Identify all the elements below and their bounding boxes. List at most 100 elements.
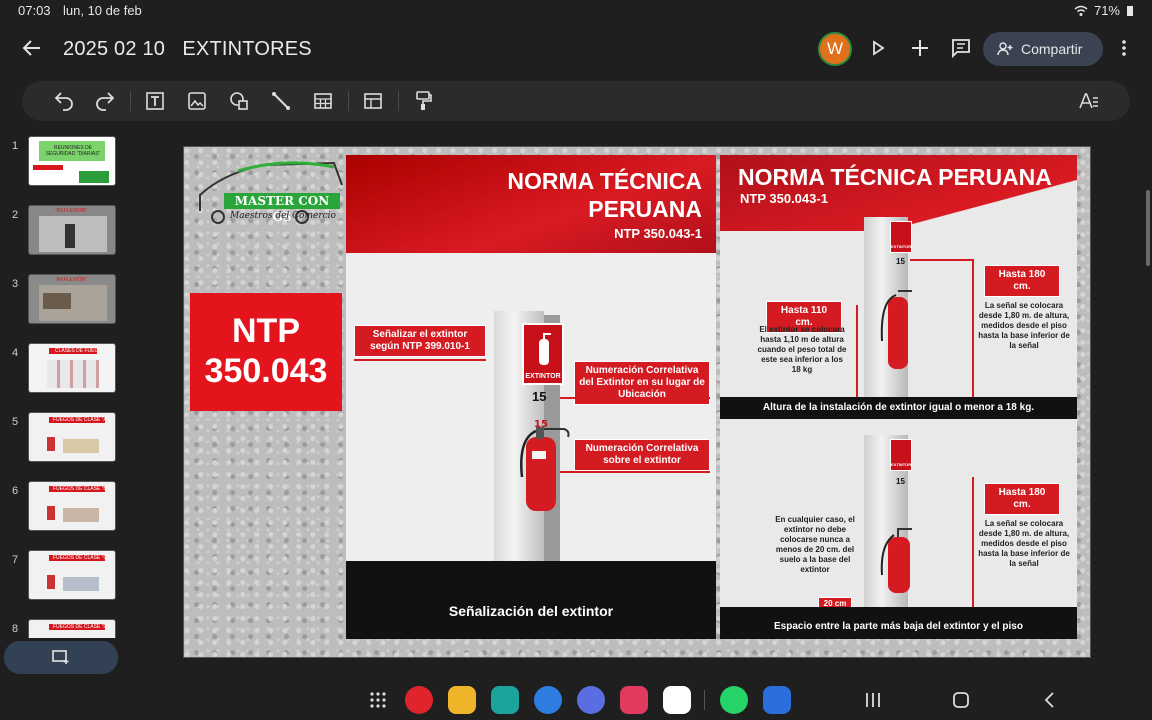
height-line	[972, 477, 974, 607]
redo-icon[interactable]	[93, 89, 117, 113]
add-icon[interactable]	[908, 36, 932, 60]
sign-label: EXTINTOR	[891, 462, 912, 467]
rule-180-text: La señal se colocara desde 1,80 m. de al…	[978, 519, 1070, 568]
slide-thumbnail-4[interactable]: CLASES DE FUEGO	[28, 343, 116, 393]
share-button[interactable]: Compartir	[983, 32, 1103, 66]
system-taskbar	[0, 680, 1152, 720]
slide-thumbnail-2[interactable]: "REFLEXIÓN"	[28, 205, 116, 255]
slide-canvas[interactable]: MASTER CON GS Maestros del Comercio NTP …	[183, 146, 1091, 658]
thumb-text: SEGURIDAD "DIARIAS"	[45, 151, 101, 157]
messages-app-icon[interactable]	[534, 686, 562, 714]
whatsapp-app-icon[interactable]	[720, 686, 748, 714]
line-icon[interactable]	[269, 89, 293, 113]
notes-app-icon[interactable]	[405, 686, 433, 714]
status-time: 07:03	[18, 3, 51, 18]
slide-thumbnail-3[interactable]: "REFLEXIÓN"	[28, 274, 116, 324]
thumb-red-bar	[33, 165, 63, 170]
slide-number: 4	[12, 347, 19, 359]
browser-app-icon[interactable]	[577, 686, 605, 714]
toolbar-divider	[348, 91, 349, 111]
panel-footer: Espacio entre la parte más baja del exti…	[720, 607, 1077, 639]
contacts-app-icon[interactable]	[763, 686, 791, 714]
slide-thumbnail-8[interactable]: FUEGOS DE CLASE "D"	[28, 619, 116, 638]
fire-extinguisher-icon	[880, 290, 912, 369]
thumb-caption	[43, 293, 71, 309]
height-line	[856, 305, 858, 397]
header-line2: NTP 350.043-1	[740, 191, 828, 206]
thumb-text: FUEGOS DE CLASE "A"	[53, 417, 109, 423]
header-line3: NTP 350.043-1	[614, 226, 702, 241]
header-line2: PERUANA	[588, 196, 702, 222]
panel-footer: Señalización del extintor	[346, 561, 716, 639]
files-app-icon[interactable]	[448, 686, 476, 714]
extinguisher-sign: EXTINTOR	[890, 439, 912, 471]
text-box-icon[interactable]	[143, 89, 167, 113]
thumb-extinguisher	[47, 575, 55, 589]
slide-thumbnail-6[interactable]: FUEGOS DE CLASE "B"	[28, 481, 116, 531]
meet-app-icon[interactable]	[663, 686, 691, 714]
more-vert-icon[interactable]	[1112, 36, 1136, 60]
thumb-images	[63, 577, 99, 591]
toolbar-divider	[130, 91, 131, 111]
image-icon[interactable]	[185, 89, 209, 113]
panel-header: NORMA TÉCNICA PERUANA NTP 350.043-1	[346, 155, 716, 253]
home-icon[interactable]	[952, 691, 970, 709]
status-bar: 07:03 lun, 10 de feb 71%	[0, 0, 1152, 22]
height-line	[972, 259, 974, 397]
pointer-line	[910, 259, 974, 261]
user-avatar[interactable]: W	[818, 32, 852, 66]
doc-header: 2025 02 10 EXTINTORES W Compartir	[0, 28, 1152, 72]
slide-number: 5	[12, 416, 19, 428]
nav-back-icon[interactable]	[1042, 691, 1056, 709]
text-format-icon[interactable]	[1077, 89, 1101, 113]
table-icon[interactable]	[311, 89, 335, 113]
slide-number: 3	[12, 278, 19, 290]
slide-thumbnail-5[interactable]: FUEGOS DE CLASE "A"	[28, 412, 116, 462]
ntp-line1: NTP	[232, 312, 300, 350]
signage-tag: Señalizar el extintor según NTP 399.010-…	[354, 325, 486, 357]
camera-app-icon[interactable]	[620, 686, 648, 714]
slide-number: 8	[12, 623, 19, 635]
document-title[interactable]: 2025 02 10 EXTINTORES	[63, 38, 312, 61]
slide-number: 6	[12, 485, 19, 497]
play-icon[interactable]	[866, 36, 890, 60]
thumb-text: "REFLEXIÓN"	[55, 208, 87, 214]
numbering-extinguisher-tag: Numeración Correlativa sobre el extintor	[574, 439, 710, 471]
battery-level: 71%	[1093, 3, 1120, 18]
slide-thumbnail-7[interactable]: FUEGOS DE CLASE "C"	[28, 550, 116, 600]
new-slide-icon	[52, 650, 69, 664]
thumb-logo	[79, 171, 109, 183]
thumb-person	[65, 224, 75, 248]
ntp-line2: 350.043	[204, 352, 328, 390]
thumb-text: FUEGOS DE CLASE "C"	[53, 555, 109, 561]
extinguisher-sign: EXTINTOR	[522, 323, 564, 385]
thumb-text: FUEGOS DE CLASE "D"	[53, 624, 109, 630]
location-number: 15	[896, 257, 905, 266]
slide-number: 2	[12, 209, 19, 221]
vertical-scrollbar[interactable]	[1146, 190, 1150, 266]
recent-apps-icon[interactable]	[864, 692, 882, 708]
thumb-extinguisher	[47, 437, 55, 451]
comment-icon[interactable]	[949, 36, 973, 60]
slide-thumbnail-1[interactable]: REUNIONES DE SEGURIDAD "DIARIAS"	[28, 136, 116, 186]
editing-toolbar	[22, 81, 1130, 121]
layout-icon[interactable]	[361, 89, 385, 113]
height-rules-panel: NORMA TÉCNICA PERUANA NTP 350.043-1 EXTI…	[720, 155, 1077, 639]
back-arrow-icon[interactable]	[20, 36, 44, 60]
min-20-text: En cualquier caso, el extintor no debe c…	[775, 515, 855, 574]
shape-icon[interactable]	[227, 89, 251, 113]
paint-format-icon[interactable]	[411, 89, 435, 113]
fire-extinguisher-icon	[880, 528, 912, 593]
toolbar-divider	[398, 91, 399, 111]
new-slide-button[interactable]	[4, 641, 118, 674]
calendar-app-icon[interactable]	[491, 686, 519, 714]
header-line1: NORMA TÉCNICA PERUANA	[738, 164, 1052, 190]
signage-panel: NORMA TÉCNICA PERUANA NTP 350.043-1 EXTI…	[346, 155, 716, 639]
company-logo: MASTER CON GS Maestros del Comercio	[194, 155, 344, 227]
app-grid-icon[interactable]	[370, 692, 386, 708]
thumb-images	[63, 508, 99, 522]
logo-subtitle: Maestros del Comercio	[230, 211, 336, 221]
slide-number: 7	[12, 554, 19, 566]
undo-icon[interactable]	[52, 89, 76, 113]
thumb-images	[63, 439, 99, 453]
